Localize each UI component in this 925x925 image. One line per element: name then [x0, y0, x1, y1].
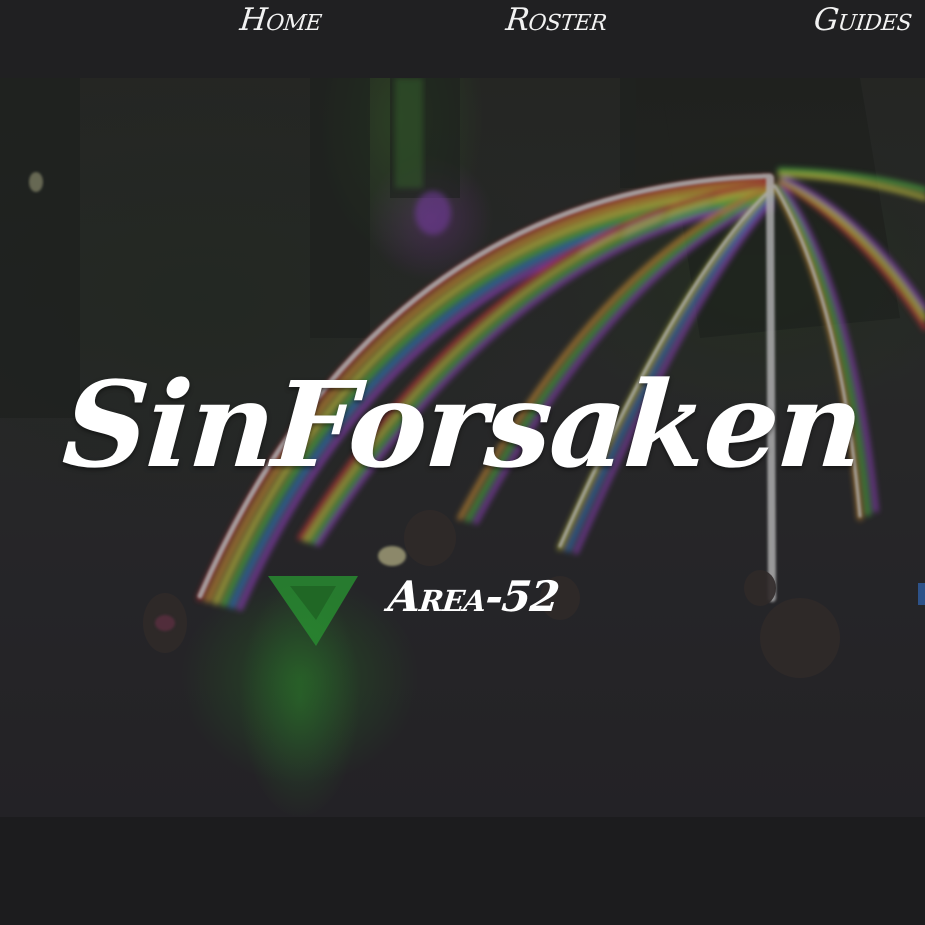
nav-link-roster[interactable]: Roster — [504, 2, 609, 38]
nav-link-guides[interactable]: Guides — [812, 2, 914, 38]
site-title: SinForsaken — [58, 355, 867, 494]
site-subtitle: Area-52 — [385, 572, 562, 621]
top-navigation: Home Roster Guides — [0, 0, 925, 78]
hero-banner: SinForsaken Area-52 — [0, 78, 925, 817]
page: Home Roster Guides SinForsaken Area-52 — [0, 0, 925, 925]
nav-link-home[interactable]: Home — [238, 2, 323, 38]
footer-band — [0, 817, 925, 925]
